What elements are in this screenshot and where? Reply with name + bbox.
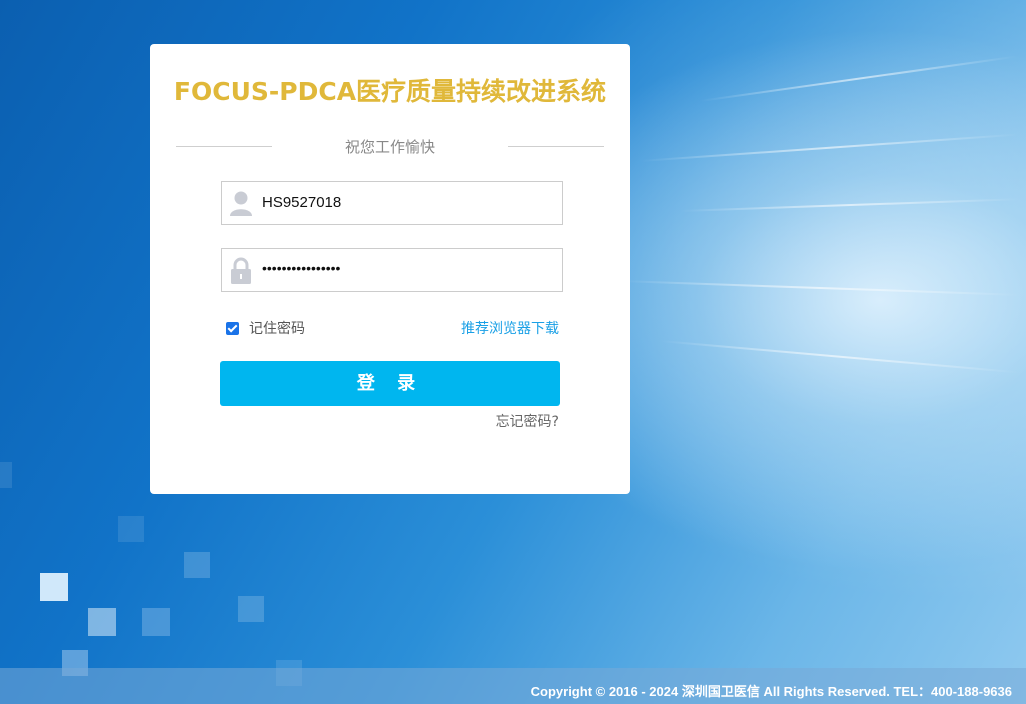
light-streak	[659, 340, 1019, 374]
deco-square	[238, 596, 264, 622]
copyright-text: Copyright © 2016 - 2024 深圳国卫医信 All Right…	[530, 684, 1012, 699]
light-streak	[639, 133, 1020, 162]
password-field[interactable]: ••••••••••••••••	[221, 248, 563, 292]
light-streak	[619, 280, 1020, 296]
deco-square	[0, 462, 12, 488]
system-title: FOCUS-PDCA医疗质量持续改进系统	[173, 77, 607, 106]
deco-square	[184, 552, 210, 578]
light-streak	[699, 55, 1018, 102]
deco-square	[88, 608, 116, 636]
deco-square	[142, 608, 170, 636]
greeting-row: 祝您工作愉快	[176, 134, 604, 158]
username-field[interactable]: HS9527018	[221, 181, 563, 225]
browser-download-link[interactable]: 推荐浏览器下载	[461, 318, 559, 338]
password-value[interactable]: ••••••••••••••••	[262, 260, 340, 276]
lock-icon	[228, 256, 254, 284]
deco-square	[40, 573, 68, 601]
remember-password[interactable]: 记住密码	[226, 318, 305, 338]
deco-square	[118, 516, 144, 542]
divider	[508, 146, 604, 147]
remember-checkbox[interactable]	[226, 321, 239, 335]
forgot-password-link[interactable]: 忘记密码?	[496, 411, 559, 431]
footer-bar: Copyright © 2016 - 2024 深圳国卫医信 All Right…	[0, 668, 1026, 704]
username-value[interactable]: HS9527018	[262, 194, 341, 211]
login-card: FOCUS-PDCA医疗质量持续改进系统 祝您工作愉快 HS9527018 ••…	[150, 44, 630, 494]
login-button[interactable]: 登 录	[220, 361, 560, 406]
light-streak	[679, 198, 1020, 212]
user-icon	[228, 189, 254, 217]
remember-label: 记住密码	[249, 321, 305, 337]
